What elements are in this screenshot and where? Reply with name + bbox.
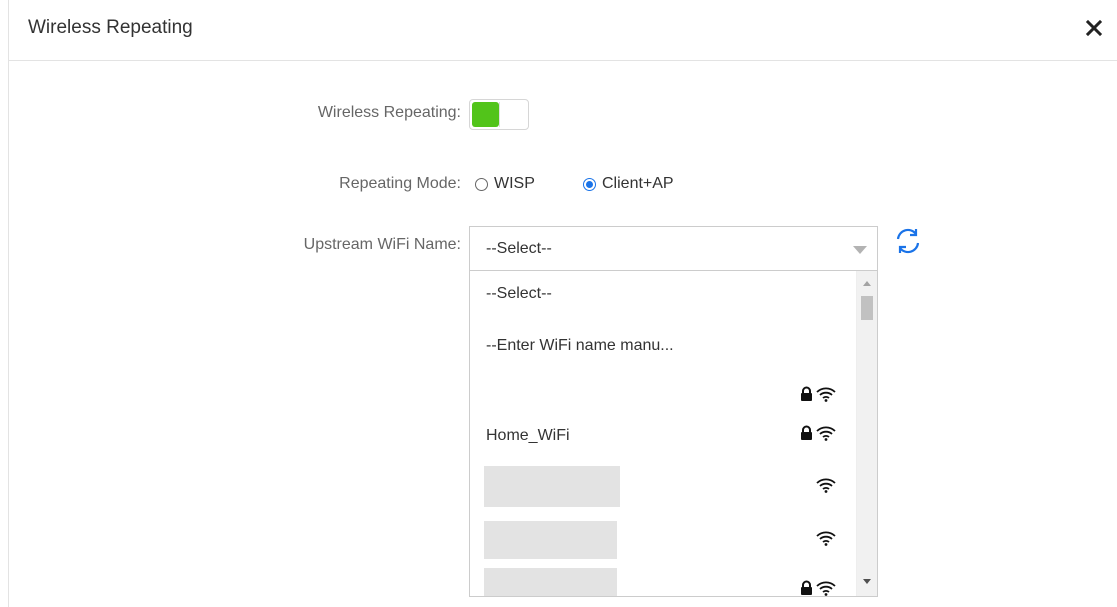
upstream-wifi-label: Upstream WiFi Name: <box>303 236 461 253</box>
close-button[interactable] <box>1080 14 1108 42</box>
dropdown-scrollbar[interactable] <box>856 271 877 596</box>
mode-radio-client-ap[interactable]: Client+AP <box>583 172 674 196</box>
dropdown-item-network[interactable] <box>470 567 856 596</box>
scroll-down-arrow-icon[interactable] <box>863 579 871 584</box>
toggle-on-fill <box>472 102 499 127</box>
scrollbar-thumb[interactable] <box>861 296 873 320</box>
lock-icon <box>801 425 812 440</box>
redacted-name <box>484 521 617 559</box>
dropdown-item-label: --Select-- <box>486 285 552 302</box>
wifi-icon <box>816 426 836 441</box>
wifi-icon <box>816 387 836 402</box>
wireless-repeating-toggle[interactable] <box>469 99 529 130</box>
refresh-button[interactable] <box>893 226 923 256</box>
wifi-dropdown-list[interactable]: --Select-- --Enter WiFi name manu... Hom… <box>469 270 878 597</box>
wifi-icon <box>816 581 836 596</box>
client-ap-radio-button[interactable] <box>583 177 596 191</box>
redacted-name <box>484 466 620 507</box>
repeating-mode-label: Repeating Mode: <box>339 175 461 192</box>
dropdown-item-label: --Enter WiFi name manu... <box>486 337 674 354</box>
scroll-up-arrow-icon[interactable] <box>863 281 871 286</box>
lock-icon <box>801 386 812 401</box>
redacted-name <box>484 568 617 596</box>
dialog-header: Wireless Repeating <box>9 0 1117 61</box>
chevron-down-icon <box>853 246 867 254</box>
dropdown-item-network[interactable]: Home_WiFi <box>470 413 856 457</box>
wifi-icon <box>816 478 836 493</box>
wisp-radio-label: WISP <box>494 175 535 192</box>
upstream-wifi-select[interactable]: --Select-- <box>469 226 878 271</box>
lock-icon <box>801 580 812 595</box>
wifi-icon <box>816 531 836 546</box>
client-ap-radio-label: Client+AP <box>602 175 674 192</box>
select-current-value: --Select-- <box>486 240 552 257</box>
dialog-title: Wireless Repeating <box>28 17 193 38</box>
dropdown-item-enter-manually[interactable]: --Enter WiFi name manu... <box>470 325 856 369</box>
dropdown-item-network[interactable] <box>470 520 856 564</box>
close-icon <box>1085 19 1103 37</box>
mode-radio-wisp[interactable]: WISP <box>475 172 535 196</box>
toggle-knob <box>499 102 527 127</box>
wireless-repeating-label: Wireless Repeating: <box>317 104 461 121</box>
wisp-radio-button[interactable] <box>475 177 488 191</box>
dropdown-item-network[interactable] <box>470 465 856 509</box>
refresh-icon <box>896 228 920 254</box>
dropdown-item-label: Home_WiFi <box>486 427 570 444</box>
dropdown-item-select[interactable]: --Select-- <box>470 273 856 317</box>
